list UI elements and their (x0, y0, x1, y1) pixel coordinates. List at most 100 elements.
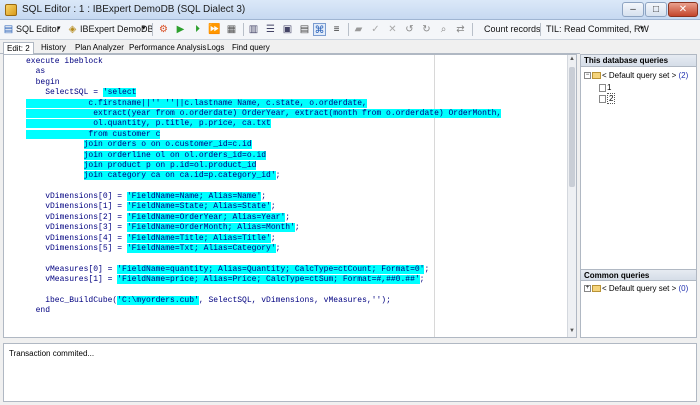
code-text: ; (419, 275, 425, 285)
sql-editor-icon: ▤ (3, 24, 14, 35)
chevron-down-icon[interactable]: ▾ (57, 24, 61, 32)
status-message: Transaction commited... (9, 349, 95, 358)
highlighted-code: 'FieldName=State; Alias=State' (126, 202, 271, 212)
document-icon (599, 83, 606, 92)
minimize-button[interactable]: – (622, 2, 644, 17)
run-step-icon[interactable]: ⏵ (191, 23, 204, 36)
code-line: vMeasures[0] = 'FieldName=quantity; Alia… (26, 264, 501, 275)
code-editor[interactable]: execute ibeblock as begin SelectSQL = 's… (3, 54, 577, 338)
highlighted-code: c.firstname||'' ''||c.lastname Name, c.s… (26, 98, 367, 108)
code-line: as (26, 67, 501, 77)
code-text: ; (270, 202, 276, 212)
code-text: vDimensions[4] = (26, 233, 127, 243)
chevron-down-icon[interactable]: ▾ (142, 24, 146, 32)
highlighted-code: 'FieldName=quantity; Alias=Quantity; Cal… (117, 264, 425, 274)
highlighted-code: 'select (102, 88, 137, 98)
code-text: vMeasures[1] = (26, 275, 118, 285)
database-icon: ◈ (68, 24, 77, 35)
code-text: as (26, 67, 46, 77)
export-icon[interactable]: ▣ (281, 23, 294, 36)
tab-plan-analyzer[interactable]: Plan Analyzer (72, 42, 127, 54)
highlighted-code: 'FieldName=Name; Alias=Name' (126, 192, 262, 202)
sql-editor-menu[interactable]: SQL Editor (16, 24, 60, 34)
commit-icon[interactable]: ✓ (369, 23, 382, 36)
code-line: vDimensions[0] = 'FieldName=Name; Alias=… (26, 192, 501, 202)
find-icon[interactable]: ⌕ (437, 23, 450, 36)
tab-edit[interactable]: Edit: 2 (3, 42, 34, 54)
redo-icon[interactable]: ↻ (420, 23, 433, 36)
transaction-isolation-selector[interactable]: TIL: Read Commited, RW (546, 24, 649, 34)
prepare-icon[interactable]: ▦ (225, 23, 238, 36)
code-text: ; (424, 264, 430, 274)
bookmark-icon[interactable]: ▰ (352, 23, 365, 36)
code-text: end (26, 306, 51, 316)
highlighted-code: 'FieldName=price; Alias=Price; CalcType=… (117, 275, 420, 285)
tab-logs[interactable]: Logs (204, 42, 227, 54)
code-line: vDimensions[5] = 'FieldName=Txt; Alias=C… (26, 244, 501, 254)
query-panel: This database queries − < Default query s… (580, 54, 697, 338)
code-text: ; (261, 192, 267, 202)
text-icon[interactable]: ☰ (264, 23, 277, 36)
save-icon[interactable]: ▤ (298, 23, 311, 36)
separator (472, 23, 473, 36)
code-line: vDimensions[1] = 'FieldName=State; Alias… (26, 202, 501, 212)
code-text: vDimensions[1] = (26, 202, 127, 212)
tab-history[interactable]: History (38, 42, 69, 54)
highlighted-code: extract(year from o.orderdate) OrderYear… (26, 108, 502, 118)
code-text: vMeasures[0] = (26, 264, 118, 274)
tree-default-set-common[interactable]: + < Default query set > (0) (584, 284, 688, 293)
highlighted-code: from customer c (26, 129, 161, 139)
vertical-scrollbar[interactable]: ▲ ▼ (567, 55, 576, 337)
replace-icon[interactable]: ⇄ (454, 23, 467, 36)
code-text: ; (270, 233, 276, 243)
document-icon (599, 94, 606, 103)
chevron-down-icon[interactable]: ▾ (640, 24, 644, 32)
app-icon (5, 4, 17, 16)
code-line: from customer c (26, 129, 501, 140)
messages-panel: Transaction commited... (3, 343, 697, 402)
db-queries-header: This database queries (581, 55, 696, 67)
code-content[interactable]: execute ibeblock as begin SelectSQL = 's… (26, 57, 502, 317)
folder-icon (592, 72, 601, 80)
tab-find-query[interactable]: Find query (229, 42, 273, 54)
plan-icon[interactable]: ⌘ (313, 23, 326, 36)
tree-default-set-db[interactable]: − < Default query set > (2) (584, 71, 688, 80)
maximize-button[interactable]: □ (645, 2, 667, 17)
code-line: c.firstname||'' ''||c.lastname Name, c.s… (26, 98, 501, 109)
scrollbar-thumb[interactable] (569, 67, 575, 187)
grid-icon[interactable]: ▥ (247, 23, 260, 36)
tree-query-item[interactable]: 2 (599, 93, 616, 104)
code-text: vDimensions[0] = (26, 192, 127, 202)
code-line: join product p on p.id=ol.product_id (26, 160, 501, 171)
highlighted-code: join category ca on ca.id=p.category_id' (83, 171, 276, 181)
code-line: vDimensions[4] = 'FieldName=Title; Alias… (26, 233, 501, 244)
code-line: vDimensions[2] = 'FieldName=OrderYear; A… (26, 212, 501, 223)
options-icon[interactable]: ≡ (330, 23, 343, 36)
code-text: , SelectSQL, vDimensions, vMeasures,''); (198, 295, 396, 305)
scroll-down-icon[interactable]: ▼ (568, 328, 576, 336)
run-icon[interactable]: ▶ (174, 23, 187, 36)
title-bar: SQL Editor : 1 : IBExpert DemoDB (SQL Di… (0, 0, 700, 20)
config-icon[interactable]: ⚙ (157, 23, 170, 36)
collapse-icon[interactable]: − (584, 72, 591, 80)
scroll-up-icon[interactable]: ▲ (568, 56, 576, 64)
tree-query-item[interactable]: 1 (599, 83, 611, 92)
editor-tabs: Edit: 2 History Plan Analyzer Performanc… (0, 40, 580, 54)
code-line: execute ibeblock (26, 57, 501, 67)
close-button[interactable]: ✕ (668, 2, 698, 17)
count-records-button[interactable]: Count records (484, 24, 541, 34)
undo-icon[interactable]: ↺ (403, 23, 416, 36)
rollback-icon[interactable]: ✕ (386, 23, 399, 36)
code-text: vDimensions[2] = (26, 212, 127, 222)
highlighted-code: 'FieldName=Txt; Alias=Category' (126, 244, 276, 254)
tab-performance-analysis[interactable]: Performance Analysis (126, 42, 209, 54)
code-text: ; (275, 171, 281, 181)
expand-icon[interactable]: + (584, 285, 591, 293)
code-line: end (26, 306, 501, 316)
run-to-cursor-icon[interactable]: ⏩ (208, 23, 221, 36)
